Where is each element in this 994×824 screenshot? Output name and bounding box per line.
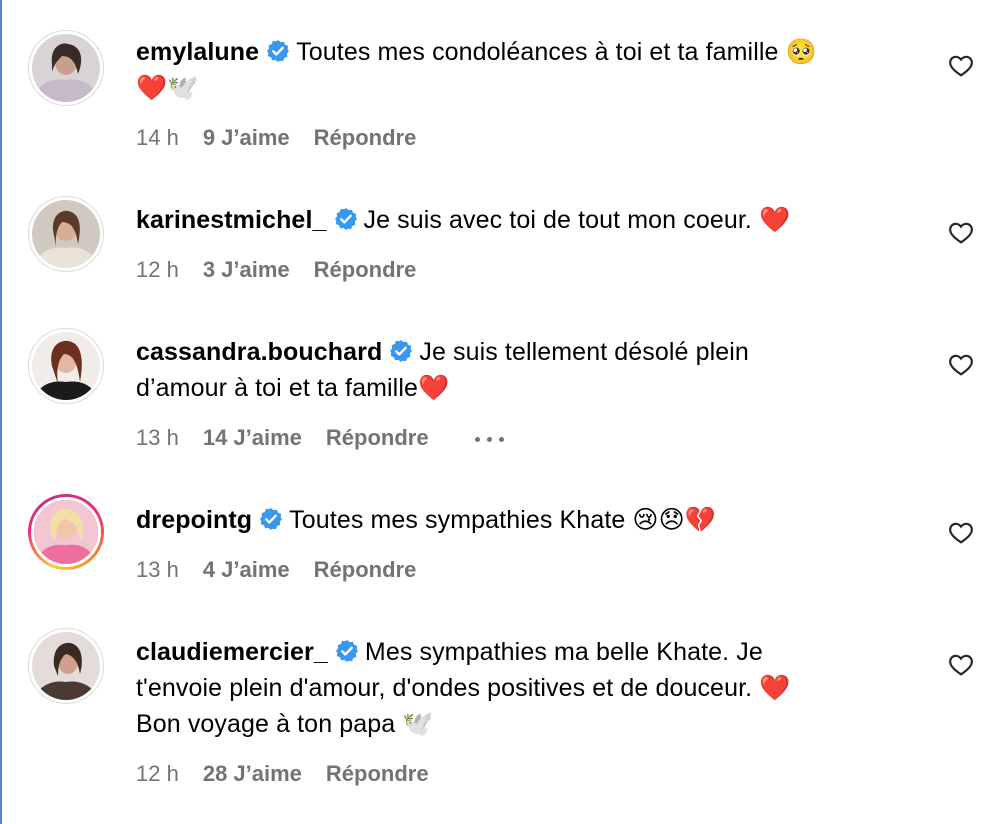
comment-body-line: Bon voyage à ton papa 🕊️ — [136, 710, 434, 738]
comment-meta: 12 h 28 J’aime Répondre — [136, 759, 453, 789]
verified-badge-icon — [389, 339, 413, 363]
comment-body-line: Mes sympathies ma belle Khate. Je — [364, 638, 763, 666]
comment-text: emylalune Toutes mes condoléances à toi e… — [136, 34, 916, 106]
comment-body-line: Je suis tellement désolé plein — [419, 338, 749, 366]
more-options-icon[interactable] — [473, 434, 507, 444]
comment-body-line: t'envoie plein d'amour, d'ondes positive… — [136, 674, 791, 702]
like-heart-icon[interactable] — [948, 652, 974, 678]
comment-time[interactable]: 12 h — [136, 759, 179, 789]
avatar[interactable] — [28, 196, 104, 272]
user-photo-avatar-icon — [32, 632, 100, 700]
comment-body-line: Je suis avec toi de tout mon coeur. ❤️ — [363, 206, 791, 234]
comment-body-line: d’amour à toi et ta famille❤️ — [136, 374, 450, 402]
comment-text: cassandra.bouchard Je suis tellement déso… — [136, 334, 916, 406]
verified-badge-icon — [266, 39, 290, 63]
comment-text: drepointg Toutes mes sympathies Khate 😢😞💔 — [136, 502, 916, 538]
likes-count[interactable]: 4 J’aime — [203, 555, 290, 585]
user-photo-avatar-icon — [32, 34, 100, 102]
avatar[interactable] — [28, 628, 104, 704]
like-heart-icon[interactable] — [948, 220, 974, 246]
reply-button[interactable]: Répondre — [314, 555, 417, 585]
comment-meta: 14 h 9 J’aime Répondre — [136, 123, 440, 153]
comment-meta: 12 h 3 J’aime Répondre — [136, 255, 440, 285]
comment-username[interactable]: cassandra.bouchard — [136, 338, 382, 366]
reply-button[interactable]: Répondre — [314, 123, 417, 153]
likes-count[interactable]: 9 J’aime — [203, 123, 290, 153]
avatar-with-story-ring[interactable] — [28, 494, 104, 570]
reply-button[interactable]: Répondre — [326, 423, 429, 453]
comment-text: claudiemercier_ Mes sympathies ma belle K… — [136, 634, 916, 742]
like-heart-icon[interactable] — [948, 352, 974, 378]
avatar[interactable] — [28, 328, 104, 404]
comment-username[interactable]: karinestmichel_ — [136, 206, 327, 234]
verified-badge-icon — [259, 507, 283, 531]
comment-time[interactable]: 13 h — [136, 423, 179, 453]
reply-button[interactable]: Répondre — [314, 255, 417, 285]
avatar[interactable] — [28, 30, 104, 106]
verified-badge-icon — [334, 207, 358, 231]
comment-meta: 13 h 4 J’aime Répondre — [136, 555, 440, 585]
comment-time[interactable]: 14 h — [136, 123, 179, 153]
reply-button[interactable]: Répondre — [326, 759, 429, 789]
comment-time[interactable]: 13 h — [136, 555, 179, 585]
verified-badge-icon — [335, 639, 359, 663]
comment-username[interactable]: emylalune — [136, 38, 259, 66]
like-heart-icon[interactable] — [948, 53, 974, 79]
like-heart-icon[interactable] — [948, 520, 974, 546]
user-photo-avatar-icon — [32, 200, 100, 268]
user-photo-avatar-icon — [31, 497, 101, 567]
left-edge-rule — [0, 0, 2, 824]
comment-body-line: Toutes mes condoléances à toi et ta fami… — [296, 38, 817, 66]
user-photo-avatar-icon — [32, 332, 100, 400]
comment-meta: 13 h 14 J’aime Répondre — [136, 423, 531, 453]
likes-count[interactable]: 14 J’aime — [203, 423, 302, 453]
comment-time[interactable]: 12 h — [136, 255, 179, 285]
comment-username[interactable]: claudiemercier_ — [136, 638, 328, 666]
likes-count[interactable]: 3 J’aime — [203, 255, 290, 285]
comment-body-line: ❤️🕊️ — [136, 73, 199, 102]
likes-count[interactable]: 28 J’aime — [203, 759, 302, 789]
comment-text: karinestmichel_ Je suis avec toi de tout … — [136, 202, 916, 238]
comment-username[interactable]: drepointg — [136, 506, 252, 534]
comment-body-line: Toutes mes sympathies Khate 😢😞💔 — [289, 506, 716, 534]
